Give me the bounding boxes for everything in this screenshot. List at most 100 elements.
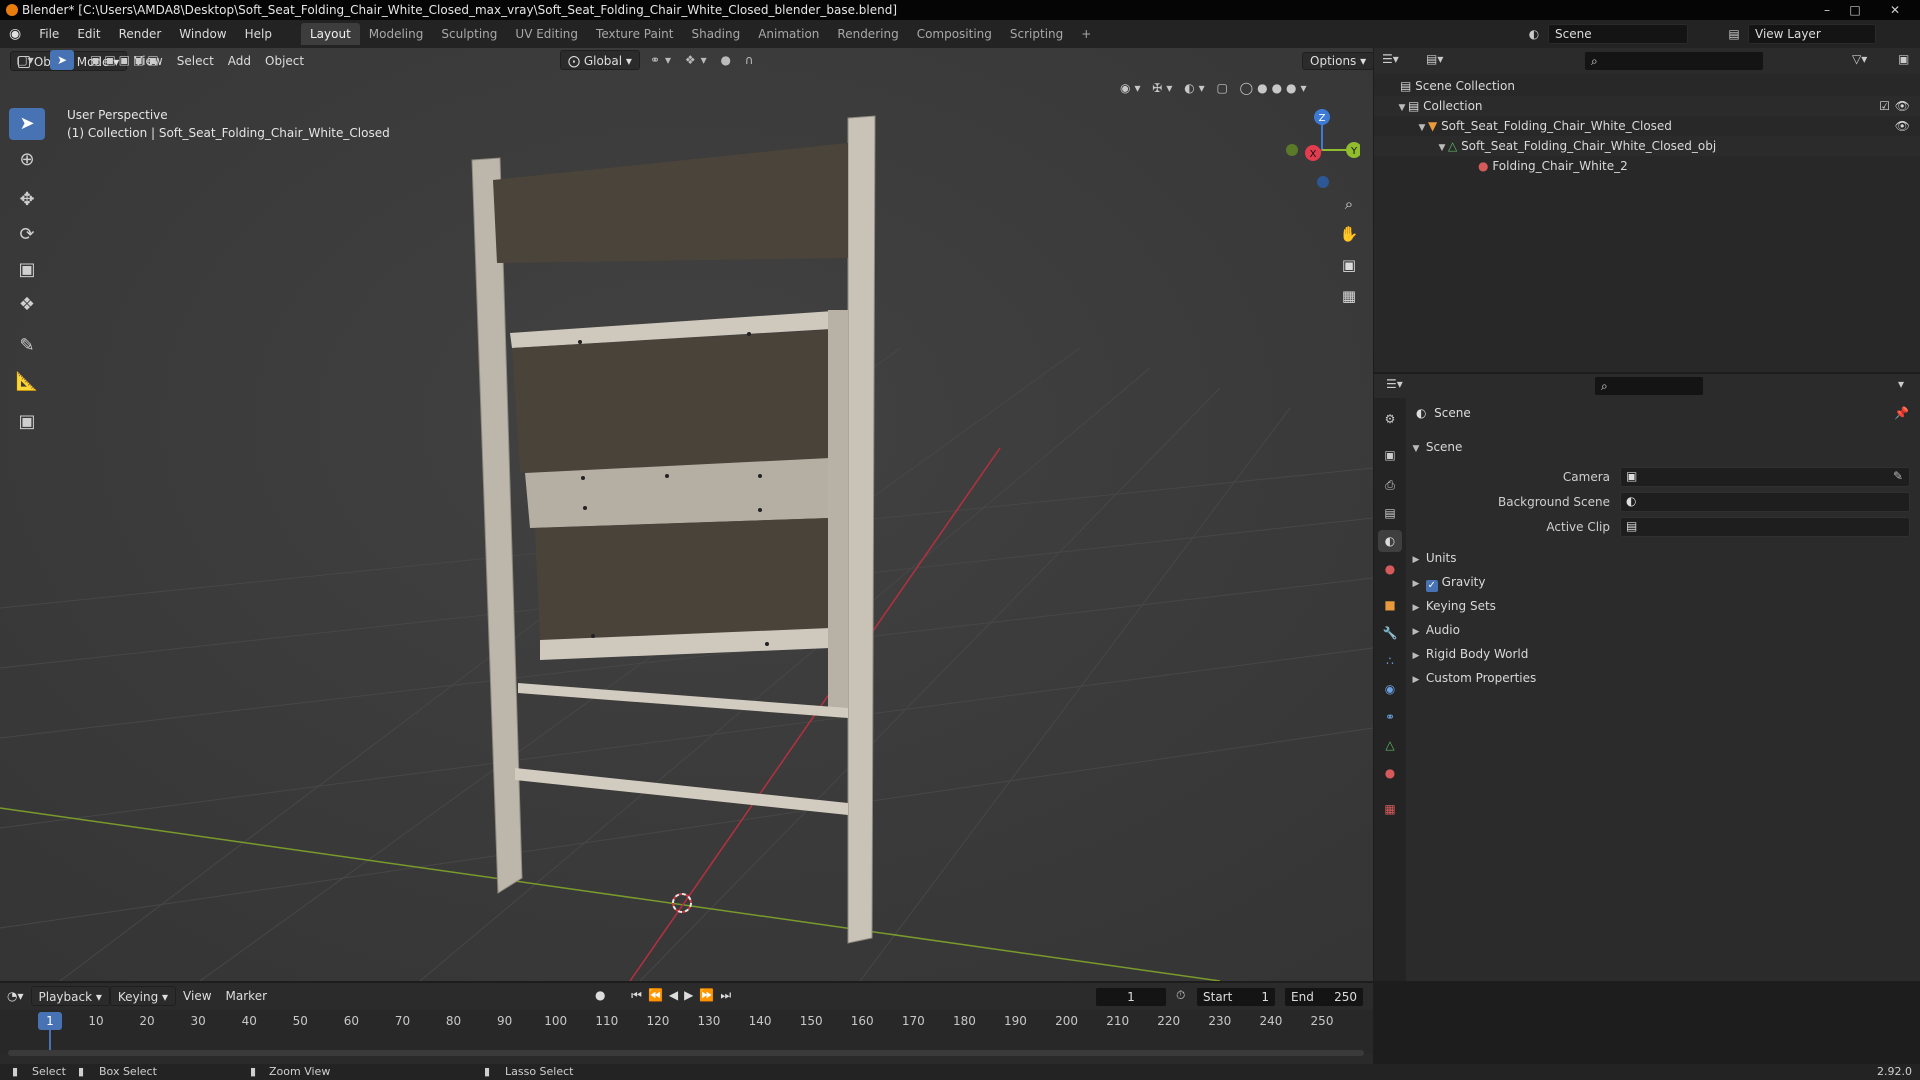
add-workspace-button[interactable]: + xyxy=(1072,23,1100,45)
play-icon[interactable]: ▶ xyxy=(684,988,699,1002)
gravity-checkbox[interactable]: ✓ xyxy=(1425,580,1438,592)
viewport-shading-icons[interactable]: ◉▾ ✠▾ ◐▾ ▢ ◯●●●▾ xyxy=(1120,78,1370,98)
world-tab-icon[interactable]: ● xyxy=(1378,558,1402,580)
start-frame-field[interactable]: Start 1 xyxy=(1196,987,1276,1007)
menu-help[interactable]: Help xyxy=(236,23,281,45)
menu-add[interactable]: Add xyxy=(221,51,258,71)
editor-type-icon[interactable]: ▢▾ xyxy=(10,50,40,70)
timeline-editor-icon[interactable]: ◔▾ xyxy=(0,986,31,1006)
panel-units-header[interactable]: ▶ Units xyxy=(1410,547,1915,569)
filter-icon[interactable]: ▽▾ xyxy=(1852,52,1867,66)
gizmo-neg-z-handle[interactable] xyxy=(1317,176,1329,188)
scene-name-field[interactable]: Scene xyxy=(1548,24,1688,44)
properties-search-input[interactable]: ⌕ xyxy=(1594,376,1704,396)
transform-tool-icon[interactable]: ❖ xyxy=(9,289,45,321)
move-tool-icon[interactable]: ✥ xyxy=(9,184,45,216)
minimize-button[interactable]: – xyxy=(1814,0,1840,20)
zoom-icon[interactable]: ⌕ xyxy=(1335,190,1363,218)
add-cube-tool-icon[interactable]: ▣ xyxy=(9,406,45,438)
transform-orientation-dropdown[interactable]: ⨀ Global ▾ xyxy=(560,50,640,70)
jump-start-icon[interactable]: ⏮ xyxy=(631,988,648,1002)
active-clip-field[interactable]: ▤ xyxy=(1620,517,1910,537)
outliner-row-object[interactable]: ▼ ▼ Soft_Seat_Folding_Chair_White_Closed 👁 xyxy=(1374,116,1920,136)
tab-layout[interactable]: Layout xyxy=(300,23,360,45)
tab-modeling[interactable]: Modeling xyxy=(360,23,433,45)
cursor-tool-icon[interactable]: ⊕ xyxy=(9,144,45,176)
display-mode-icon[interactable]: ▤▾ xyxy=(1426,52,1443,66)
camera-field[interactable]: ▣ ✎ xyxy=(1620,467,1910,487)
annotate-tool-icon[interactable]: ✎ xyxy=(9,330,45,362)
mesh-data-tab-icon[interactable]: △ xyxy=(1378,734,1402,756)
view-layer-field[interactable]: View Layer xyxy=(1748,24,1876,44)
playback-controls[interactable]: ● ⏮⏪◀▶⏩⏭ xyxy=(595,988,737,1003)
tab-animation[interactable]: Animation xyxy=(749,23,828,45)
scene-selector-icon[interactable]: ◐ xyxy=(1524,24,1544,44)
tab-uv-editing[interactable]: UV Editing xyxy=(506,23,587,45)
frame-rate-clock-icon[interactable]: ⏱ xyxy=(1176,988,1185,1003)
record-icon[interactable]: ● xyxy=(595,988,611,1002)
outliner-scene-collection[interactable]: ▤ Scene Collection xyxy=(1374,76,1920,96)
outliner-editor-icon[interactable]: ☰▾ xyxy=(1382,52,1399,66)
timeline-menu-view[interactable]: View xyxy=(176,986,218,1006)
eyedropper-icon[interactable]: ✎ xyxy=(1893,469,1903,483)
end-frame-field[interactable]: End 250 xyxy=(1284,987,1364,1007)
render-tab-icon[interactable]: ▣ xyxy=(1378,444,1402,466)
prev-keyframe-icon[interactable]: ⏪ xyxy=(648,988,669,1002)
new-collection-icon[interactable]: ▣ xyxy=(1898,52,1909,66)
selection-mode-icons[interactable]: ▣▣▣▣▣ xyxy=(90,50,190,70)
timeline-scrollbar[interactable] xyxy=(8,1050,1364,1056)
play-reverse-icon[interactable]: ◀ xyxy=(669,988,684,1002)
pivot-snap-icons[interactable]: ⚭▾ ❖▾ ● ∩ xyxy=(650,50,790,70)
menu-object[interactable]: Object xyxy=(258,51,311,71)
timeline-menu-marker[interactable]: Marker xyxy=(219,986,274,1006)
visibility-eye-icon[interactable]: 👁 xyxy=(1895,96,1910,116)
visibility-eye-icon[interactable]: 👁 xyxy=(1895,116,1910,136)
camera-view-icon[interactable]: ▣ xyxy=(1335,251,1363,279)
modifier-tab-icon[interactable]: 🔧 xyxy=(1378,622,1402,644)
particles-tab-icon[interactable]: ∴ xyxy=(1378,650,1402,672)
keying-dropdown[interactable]: Keying ▾ xyxy=(109,986,177,1006)
panel-keying-sets-header[interactable]: ▶ Keying Sets xyxy=(1410,595,1915,617)
material-tab-icon[interactable]: ● xyxy=(1378,762,1402,784)
tool-tab-icon[interactable]: ⚙ xyxy=(1378,408,1402,430)
tab-compositing[interactable]: Compositing xyxy=(908,23,1001,45)
next-keyframe-icon[interactable]: ⏩ xyxy=(699,988,720,1002)
tab-sculpting[interactable]: Sculpting xyxy=(432,23,506,45)
perspective-grid-icon[interactable]: ▦ xyxy=(1335,282,1363,310)
expand-arrow-icon[interactable]: ▼ xyxy=(1436,138,1448,158)
rotate-tool-icon[interactable]: ⟳ xyxy=(9,219,45,251)
menu-window[interactable]: Window xyxy=(170,23,235,45)
properties-editor-icon[interactable]: ☰▾ xyxy=(1386,377,1403,391)
3d-viewport[interactable] xyxy=(0,48,1373,981)
panel-gravity-header[interactable]: ▶ ✓ Gravity xyxy=(1410,571,1915,593)
options-dropdown[interactable]: Options ▾ xyxy=(1302,52,1375,70)
select-box-tool-icon[interactable]: ➤ xyxy=(9,108,45,140)
panel-audio-header[interactable]: ▶ Audio xyxy=(1410,619,1915,641)
texture-tab-icon[interactable]: ▦ xyxy=(1378,798,1402,820)
expand-arrow-icon[interactable]: ▼ xyxy=(1416,118,1428,138)
panel-scene-header[interactable]: ▼ Scene xyxy=(1410,436,1915,458)
select-tool-active-icon[interactable]: ➤ xyxy=(50,50,74,70)
panel-rigid-body-world-header[interactable]: ▶ Rigid Body World xyxy=(1410,643,1915,665)
view-layer-icon[interactable]: ▤ xyxy=(1724,24,1744,44)
pan-hand-icon[interactable]: ✋ xyxy=(1335,220,1363,248)
scale-tool-icon[interactable]: ▣ xyxy=(9,254,45,286)
outliner-row-mesh[interactable]: ▼ △ Soft_Seat_Folding_Chair_White_Closed_… xyxy=(1374,136,1920,156)
pin-icon[interactable]: 📌 xyxy=(1894,406,1909,420)
outliner-row-collection[interactable]: ▼ ▤ Collection ☑ 👁 xyxy=(1374,96,1920,116)
constraints-tab-icon[interactable]: ⚭ xyxy=(1378,706,1402,728)
menu-render[interactable]: Render xyxy=(110,23,171,45)
jump-end-icon[interactable]: ⏭ xyxy=(720,988,737,1002)
exclude-checkbox[interactable]: ☑ xyxy=(1879,96,1890,116)
menu-file[interactable]: File xyxy=(30,23,68,45)
outliner-search-input[interactable]: ⌕ xyxy=(1584,51,1764,71)
navigation-gizmo[interactable]: Z Y X xyxy=(1280,105,1360,195)
current-frame-field[interactable]: 1 xyxy=(1095,987,1167,1007)
panel-custom-properties-header[interactable]: ▶ Custom Properties xyxy=(1410,667,1915,689)
menu-edit[interactable]: Edit xyxy=(68,23,109,45)
expand-arrow-icon[interactable]: ▼ xyxy=(1396,98,1408,118)
object-tab-icon[interactable]: ■ xyxy=(1378,594,1402,616)
blender-menu-icon[interactable]: ◉ xyxy=(0,23,30,45)
outliner-row-material[interactable]: ● Folding_Chair_White_2 xyxy=(1374,156,1920,176)
close-window-button[interactable]: ✕ xyxy=(1882,0,1908,20)
